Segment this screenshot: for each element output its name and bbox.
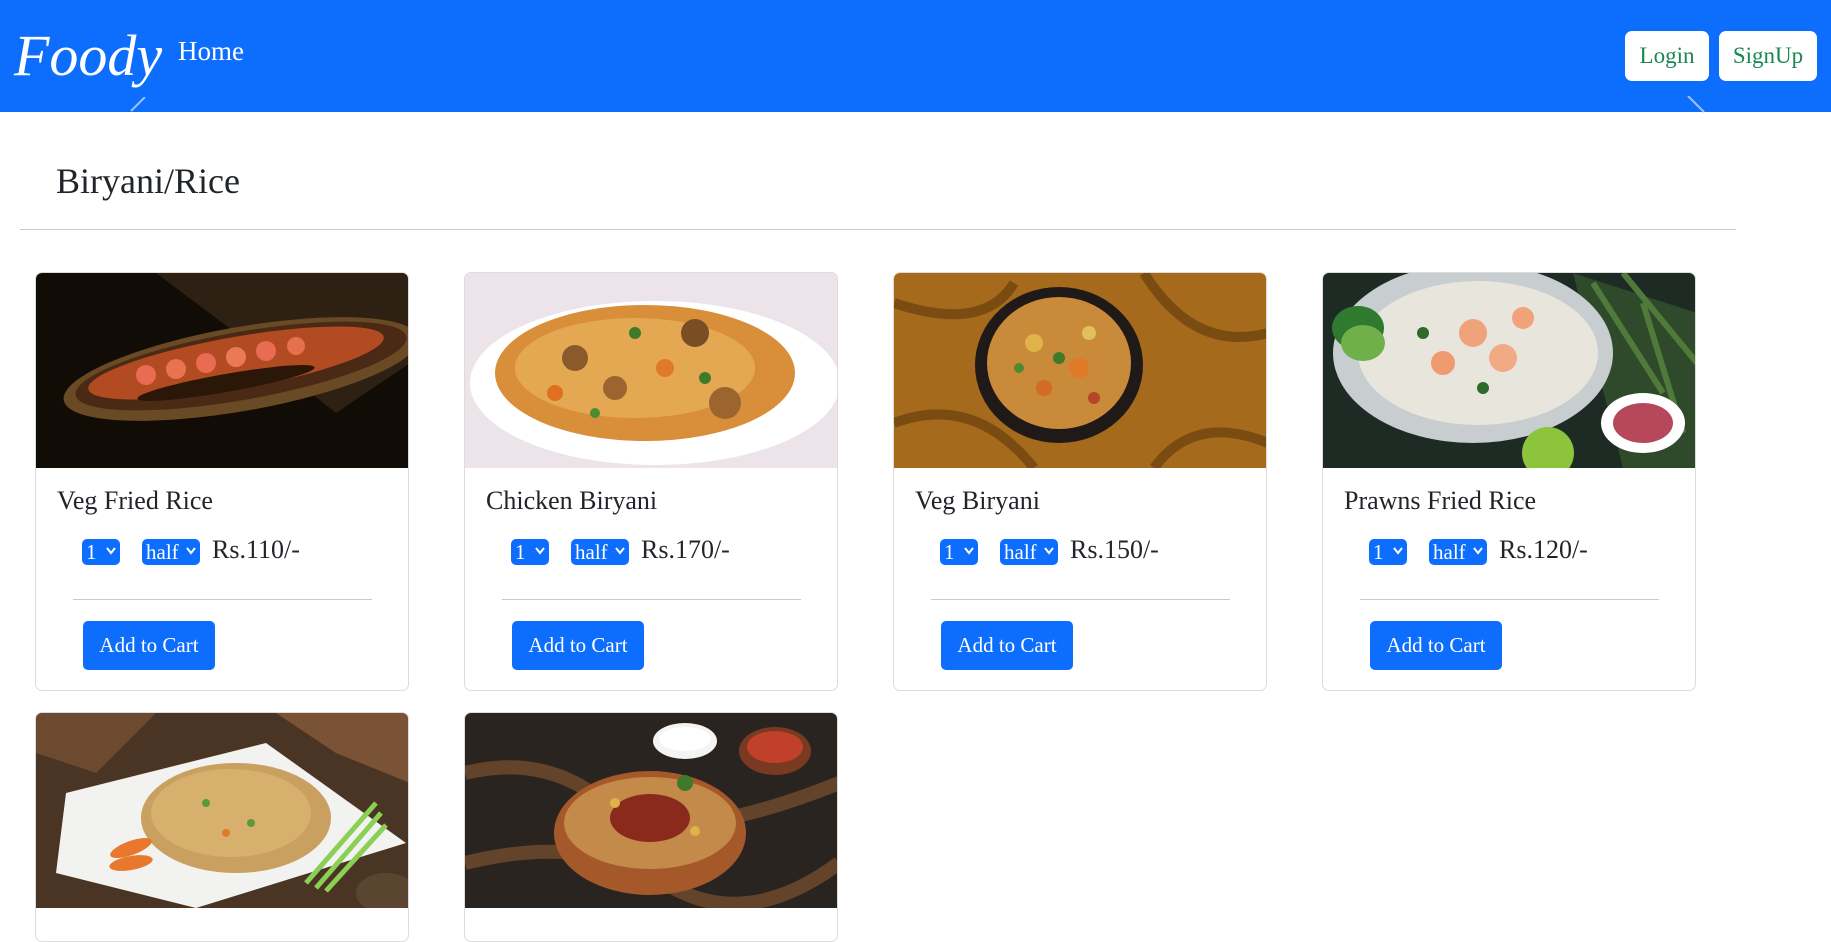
- size-value: half: [146, 540, 179, 564]
- food-card: Veg Fried Rice 1 half Rs.110/- Add to Ca…: [35, 272, 409, 691]
- food-price: Rs.120/-: [1499, 535, 1588, 564]
- add-to-cart-button[interactable]: Add to Cart: [512, 621, 644, 670]
- login-button[interactable]: Login: [1625, 31, 1709, 81]
- food-card: [464, 712, 838, 942]
- card-divider: [502, 599, 801, 600]
- chevron-down-icon: [1473, 547, 1483, 555]
- card-divider: [73, 599, 372, 600]
- food-image: [36, 713, 408, 908]
- quantity-select[interactable]: 1: [82, 539, 120, 565]
- size-value: half: [1433, 540, 1466, 564]
- food-card: Prawns Fried Rice 1 half Rs.120/- Add to…: [1322, 272, 1696, 691]
- food-card: Chicken Biryani 1 half Rs.170/- Add to C…: [464, 272, 838, 691]
- chevron-down-icon: [186, 547, 196, 555]
- food-title: Prawns Fried Rice: [1344, 486, 1537, 515]
- chevron-down-icon: [106, 547, 116, 555]
- signup-button[interactable]: SignUp: [1719, 31, 1817, 81]
- size-value: half: [1004, 540, 1037, 564]
- card-divider: [1360, 599, 1659, 600]
- food-image: [1323, 273, 1695, 468]
- food-image: [465, 713, 837, 908]
- size-select[interactable]: half: [1429, 539, 1487, 565]
- size-select[interactable]: half: [1000, 539, 1058, 565]
- chevron-down-icon: [1044, 547, 1054, 555]
- brand-decoration: [130, 97, 146, 112]
- food-card: Veg Biryani 1 half Rs.150/- Add to Cart: [893, 272, 1267, 691]
- food-title: Veg Fried Rice: [57, 486, 213, 515]
- quantity-value: 1: [1373, 540, 1384, 564]
- food-title: Chicken Biryani: [486, 486, 658, 515]
- chevron-down-icon: [615, 547, 625, 555]
- food-price: Rs.150/-: [1070, 535, 1159, 564]
- food-price: Rs.170/-: [641, 535, 730, 564]
- add-to-cart-button[interactable]: Add to Cart: [83, 621, 215, 670]
- size-select[interactable]: half: [571, 539, 629, 565]
- navbar-decoration: [1687, 96, 1705, 113]
- navbar: Foody Home Login SignUp: [0, 0, 1831, 113]
- quantity-value: 1: [515, 540, 526, 564]
- quantity-value: 1: [944, 540, 955, 564]
- quantity-select[interactable]: 1: [1369, 539, 1407, 565]
- quantity-value: 1: [86, 540, 97, 564]
- card-divider: [931, 599, 1230, 600]
- nav-home-link[interactable]: Home: [178, 34, 244, 68]
- food-title: Veg Biryani: [915, 486, 1040, 515]
- food-card: [35, 712, 409, 942]
- food-image: [465, 273, 837, 468]
- quantity-select[interactable]: 1: [940, 539, 978, 565]
- food-image: [894, 273, 1266, 468]
- size-value: half: [575, 540, 608, 564]
- food-image: [36, 273, 408, 468]
- chevron-down-icon: [1393, 547, 1403, 555]
- chevron-down-icon: [964, 547, 974, 555]
- add-to-cart-button[interactable]: Add to Cart: [941, 621, 1073, 670]
- add-to-cart-button[interactable]: Add to Cart: [1370, 621, 1502, 670]
- size-select[interactable]: half: [142, 539, 200, 565]
- brand-logo[interactable]: Foody: [14, 22, 162, 90]
- section-title: Biryani/Rice: [56, 161, 240, 201]
- section-divider: [20, 229, 1736, 230]
- chevron-down-icon: [535, 547, 545, 555]
- quantity-select[interactable]: 1: [511, 539, 549, 565]
- food-price: Rs.110/-: [212, 535, 300, 564]
